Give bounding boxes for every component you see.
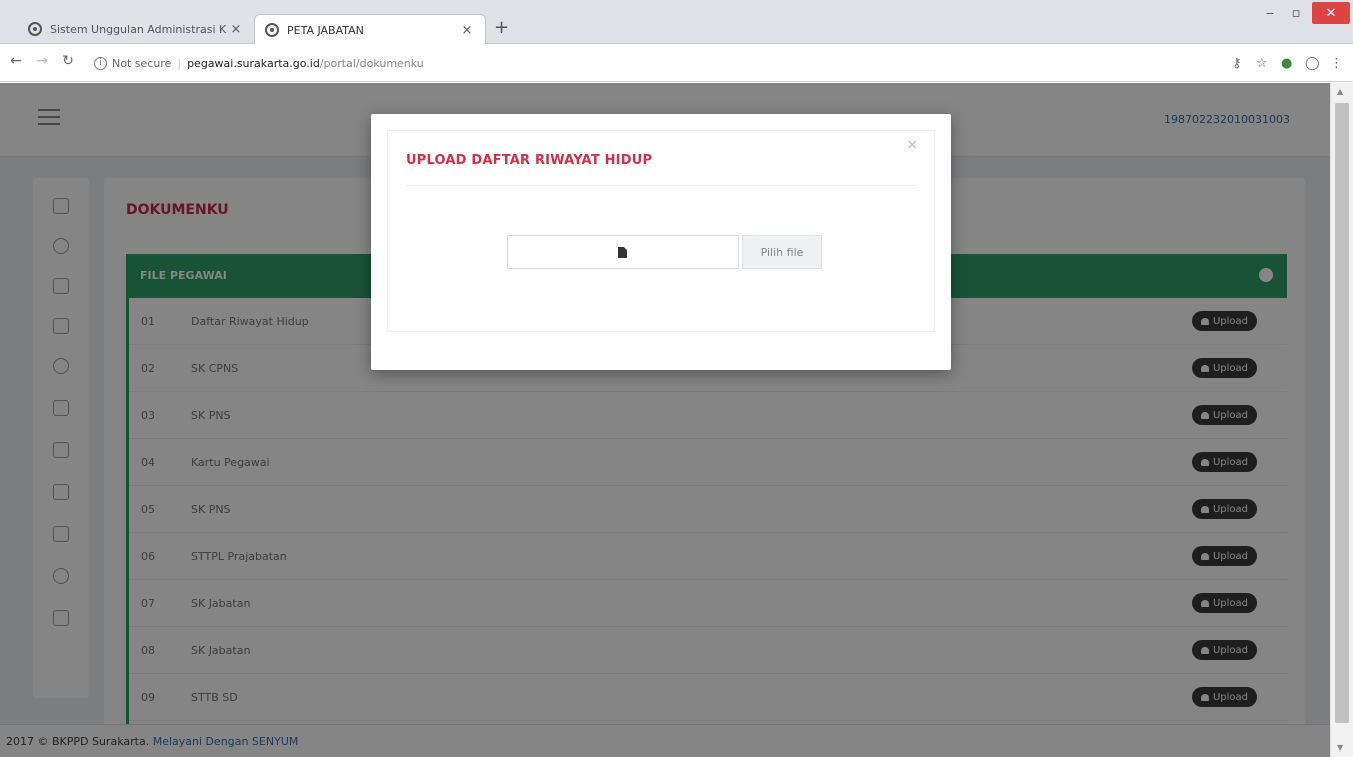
star-icon[interactable]: ☆ — [1256, 56, 1268, 71]
tab-close-icon[interactable]: × — [228, 22, 244, 37]
browser-tab-strip: Sistem Unggulan Administrasi K × PETA JA… — [0, 0, 1353, 45]
address-bar[interactable]: i Not secure | pegawai.surakarta.go.id /… — [88, 51, 1288, 75]
back-arrow-icon[interactable]: ← — [6, 53, 26, 73]
close-icon[interactable]: × — [906, 137, 918, 153]
close-window-icon[interactable]: ✕ — [1312, 2, 1350, 24]
upload-modal: UPLOAD DAFTAR RIWAYAT HIDUP × Pilih file — [371, 114, 951, 370]
address-host: pegawai.surakarta.go.id — [187, 56, 320, 70]
pick-file-button[interactable]: Pilih file — [742, 235, 822, 269]
maximize-icon[interactable]: ▫ — [1284, 2, 1308, 24]
globe-icon — [28, 22, 42, 36]
tab-close-icon[interactable]: × — [459, 23, 475, 38]
menu-dots-icon[interactable]: ⋮ — [1330, 56, 1343, 71]
modal-body: UPLOAD DAFTAR RIWAYAT HIDUP × Pilih file — [387, 130, 935, 332]
file-input[interactable] — [507, 235, 739, 269]
browser-toolbar: ← → ↻ i Not secure | pegawai.surakarta.g… — [0, 44, 1353, 82]
reload-icon[interactable]: ↻ — [58, 53, 78, 73]
address-separator: | — [177, 56, 182, 70]
modal-title: UPLOAD DAFTAR RIWAYAT HIDUP — [406, 153, 653, 168]
scroll-thumb[interactable] — [1335, 103, 1349, 723]
new-tab-button[interactable]: + — [494, 17, 509, 38]
security-label: Not secure — [112, 56, 172, 70]
globe-icon — [265, 23, 279, 37]
address-path: /portal/dokumenku — [319, 56, 424, 70]
browser-tab-peta-jabatan[interactable]: PETA JABATAN × — [254, 14, 486, 45]
forward-arrow-icon[interactable]: → — [32, 53, 52, 73]
tab-title: Sistem Unggulan Administrasi K — [50, 22, 227, 36]
key-icon[interactable]: ⚷ — [1232, 56, 1242, 71]
scroll-up-icon[interactable]: ▲ — [1337, 87, 1343, 96]
browser-tab-sistem[interactable]: Sistem Unggulan Administrasi K × — [18, 14, 254, 44]
scroll-down-icon[interactable]: ▼ — [1337, 743, 1343, 752]
info-icon[interactable]: i — [94, 56, 107, 70]
page-scrollbar[interactable]: ▲ ▼ — [1330, 83, 1353, 757]
tab-title: PETA JABATAN — [287, 23, 364, 37]
profile-icon[interactable]: ◯ — [1305, 56, 1320, 71]
file-icon — [618, 247, 627, 258]
modal-divider — [406, 185, 916, 186]
extension-icon[interactable]: ● — [1281, 56, 1292, 71]
minimize-icon[interactable]: ‒ — [1258, 2, 1282, 24]
